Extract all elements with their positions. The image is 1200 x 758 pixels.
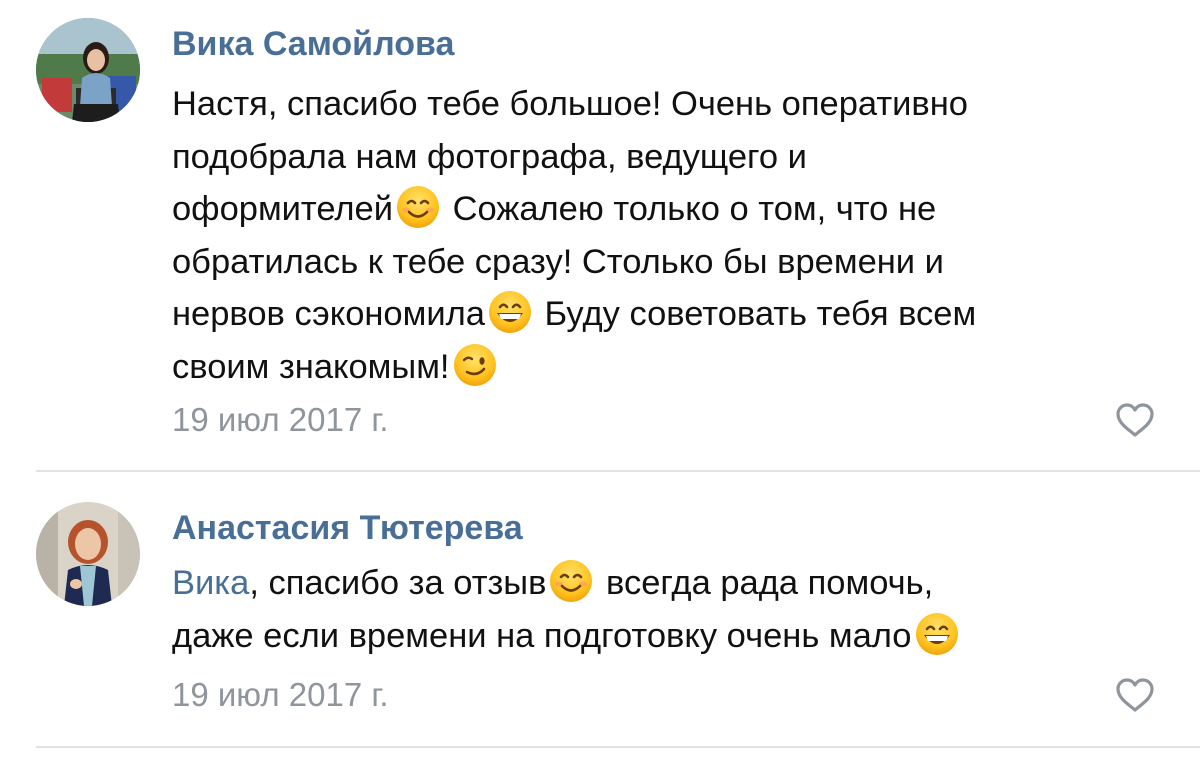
comment-text-line: Вика, спасибо за отзыв всегда рада помоч… [172,557,1172,610]
heart-outline-icon[interactable] [1114,677,1156,713]
comment-text-segment: Сожалею только о том, что не [442,190,937,228]
avatar[interactable] [36,502,140,606]
divider [36,746,1200,748]
comment-text-segment: Буду советовать тебя всем [534,295,977,333]
comment-item: Анастасия Тютерева Вика, спасибо за отзы… [0,472,1200,758]
comment-text-line: нервов сэкономила Буду советовать тебя в… [172,288,1172,341]
comment-text-line: своим знакомым! [172,341,1172,394]
comment-text-line: даже если времени на подготовку очень ма… [172,610,1172,663]
smiling-face-emoji [396,186,439,228]
smiling-face-emoji [550,560,593,602]
comment-author[interactable]: Анастасия Тютерева [172,508,523,548]
comment-text-line: оформителей Сожалею только о том, что не [172,183,1172,236]
comment-text-segment: , спасибо за отзыв [249,564,547,602]
comment-text-segment: оформителей [172,190,393,228]
comment-text-segment: своим знакомым! [172,347,450,386]
winking-face-emoji [453,343,496,386]
comment-item: Вика Самойлова Настя, спасибо тебе больш… [0,0,1200,472]
comment-text-segment: нервов сэкономила [172,295,485,333]
comment-text-line: обратилась к тебе сразу! Столько бы врем… [172,242,944,281]
grinning-face-emoji [488,291,531,333]
comment-date: 19 июл 2017 г. [172,401,389,438]
avatar[interactable] [36,18,140,122]
comment-date: 19 июл 2017 г. [172,676,389,713]
mention-link[interactable]: Вика [172,564,249,602]
comment-text: Вика, спасибо за отзыв всегда рада помоч… [172,557,1172,662]
comment-text-line: Настя, спасибо тебе большое! Очень опера… [172,85,968,123]
grinning-face-emoji [915,612,958,655]
comment-text: Настя, спасибо тебе большое! Очень опера… [172,78,1172,393]
comment-author[interactable]: Вика Самойлова [172,24,454,64]
heart-outline-icon[interactable] [1114,402,1156,438]
comment-text-segment: даже если времени на подготовку очень ма… [172,616,912,655]
comment-text-line: подобрала нам фотографа, ведущего и [172,137,807,176]
comment-text-segment: всегда рада помочь, [596,564,934,602]
